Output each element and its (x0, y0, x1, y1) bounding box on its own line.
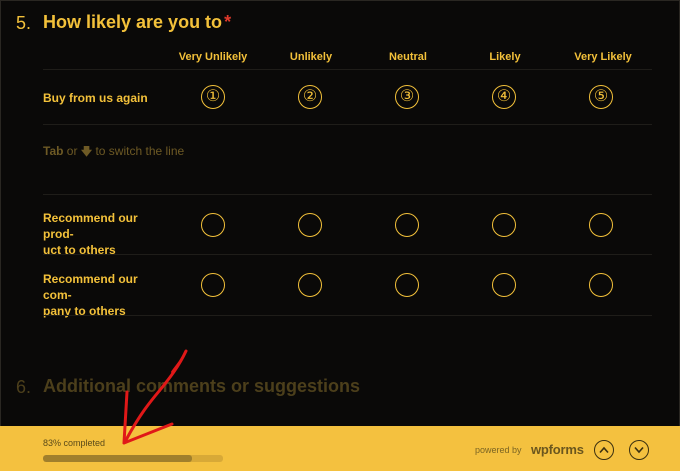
annotation-arrow-icon (122, 349, 188, 445)
